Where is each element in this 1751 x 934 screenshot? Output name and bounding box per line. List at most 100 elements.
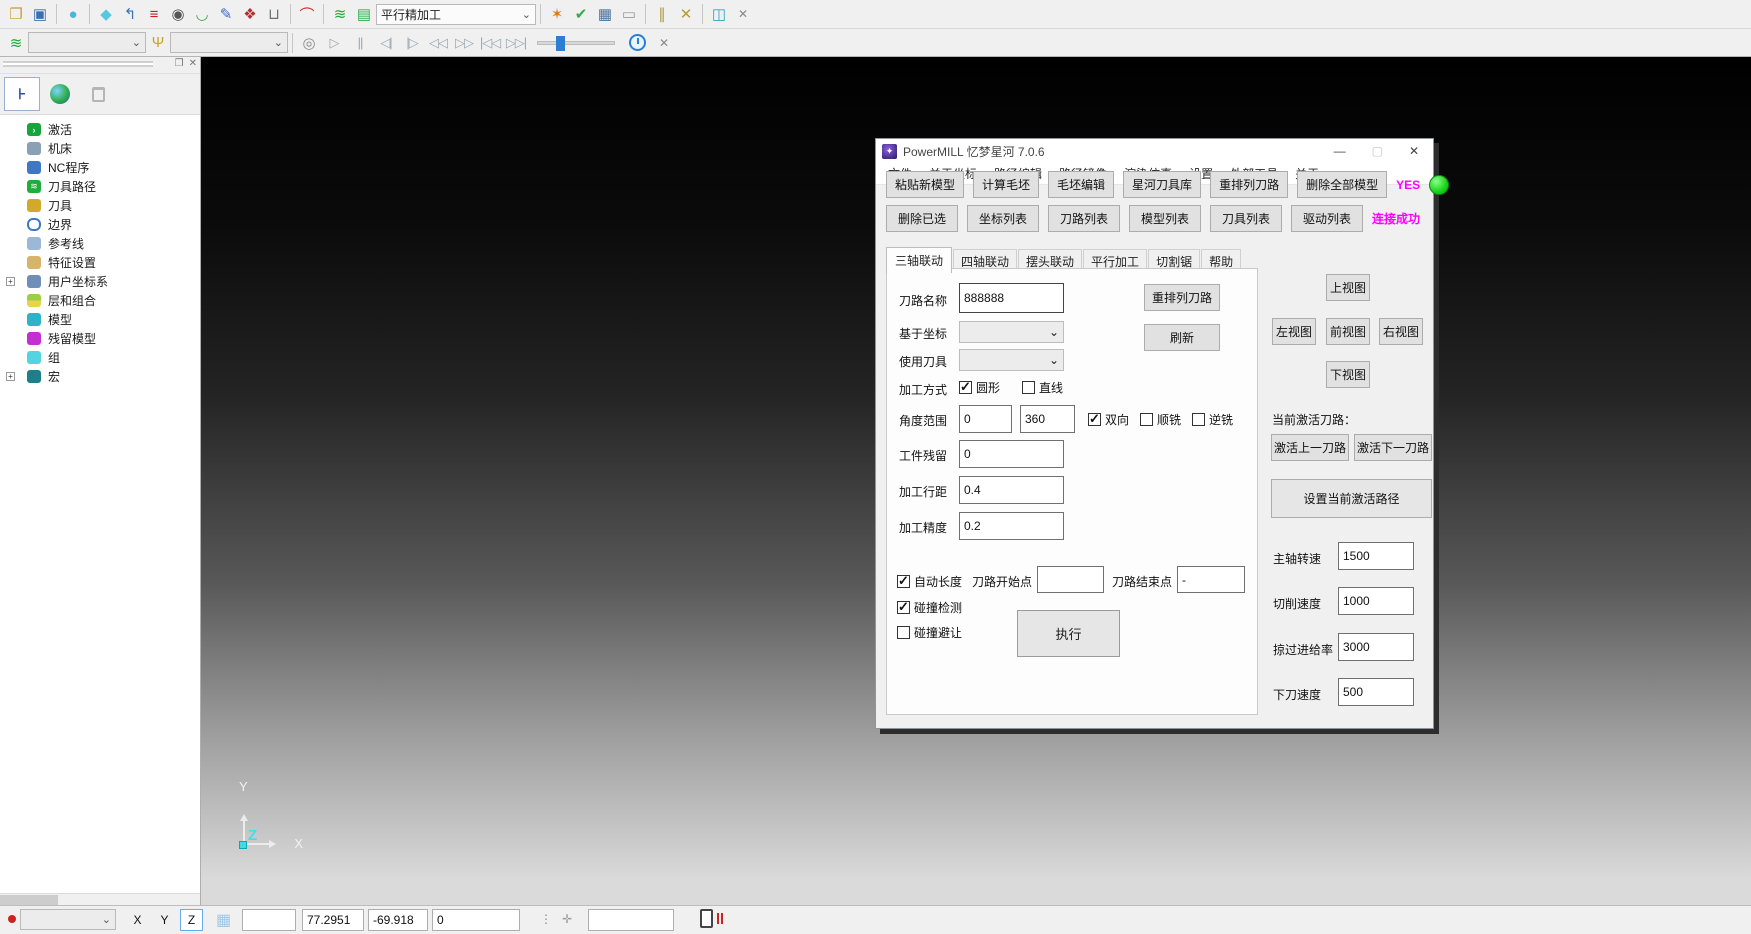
device-icon[interactable] [700, 909, 713, 928]
axis-z-button[interactable]: Z [180, 909, 203, 931]
pattern-icon[interactable]: ❖ [238, 2, 262, 26]
xyz-readout-icon[interactable]: ⋮ [540, 912, 552, 926]
calc-block-button[interactable]: 计算毛坯 [973, 171, 1039, 198]
climb-checkbox[interactable]: 顺铣 [1140, 411, 1181, 428]
collision-check-icon[interactable]: ⌒ [295, 2, 319, 26]
toolpath-logo-icon[interactable]: ≋ [328, 2, 352, 26]
checkbox-icon[interactable] [959, 381, 972, 394]
angle-to-input[interactable] [1020, 405, 1075, 433]
tree-item-levels[interactable]: 层和组合 [0, 291, 200, 310]
rapid-heights-icon[interactable]: ↰ [118, 2, 142, 26]
line-checkbox[interactable]: 直线 [1022, 379, 1063, 396]
set-active-path-button[interactable]: 设置当前激活路径 [1271, 479, 1432, 518]
drive-list-button[interactable]: 驱动列表 [1291, 205, 1363, 232]
checkbox-icon[interactable] [897, 575, 910, 588]
close-icon[interactable]: ✕ [1409, 144, 1419, 158]
tree-item-feature-sets[interactable]: 特征设置 [0, 253, 200, 272]
coord-z-field[interactable] [432, 909, 520, 931]
coord-x-field[interactable] [302, 909, 364, 931]
lightbulb-icon[interactable]: ◎ [297, 31, 321, 55]
skim-feed-input[interactable] [1338, 633, 1414, 661]
tree-item-workplanes[interactable]: +用户坐标系 [0, 272, 200, 291]
bidirectional-checkbox[interactable]: 双向 [1088, 411, 1129, 428]
open-icon[interactable]: ❐ [4, 2, 28, 26]
tool-icon[interactable]: ◉ [166, 2, 190, 26]
start-point-input[interactable] [1037, 566, 1104, 593]
tree-item-tools[interactable]: 刀具 [0, 196, 200, 215]
stock-allowance-input[interactable] [959, 440, 1064, 468]
checkbox-icon[interactable] [1192, 413, 1205, 426]
tab-recycle[interactable] [80, 77, 116, 111]
axis-x-button[interactable]: X [126, 909, 149, 931]
toolpath-select-dropdown[interactable]: ⌄ [28, 32, 146, 53]
go-end-icon[interactable]: ▷▷| [503, 35, 529, 51]
tree-item-nc-program[interactable]: NC程序 [0, 158, 200, 177]
tool-holder-icon[interactable]: ⊔ [262, 2, 286, 26]
dialog-titlebar[interactable]: ✦ PowerMILL 忆梦星河 7.0.6 — ▢ ✕ [876, 139, 1433, 163]
status-field-2[interactable] [588, 909, 674, 931]
strategy-dropdown[interactable]: 平行精加工 ⌄ [376, 4, 536, 25]
conventional-checkbox[interactable]: 逆铣 [1192, 411, 1233, 428]
nc-cylinders-icon[interactable]: ◫ [707, 2, 731, 26]
checkbox-icon[interactable] [1022, 381, 1035, 394]
view-top-button[interactable]: 上视图 [1326, 274, 1370, 301]
probe-icon[interactable]: ✛ [562, 912, 572, 926]
tree-item-toolpaths[interactable]: 刀具路径 [0, 177, 200, 196]
panel-hscrollbar[interactable] [0, 893, 200, 905]
tree-item-boundaries[interactable]: 边界 [0, 215, 200, 234]
strategy-list-icon[interactable]: ▤ [352, 2, 376, 26]
tree-item-activate[interactable]: 激活 [0, 120, 200, 139]
edit-block-button[interactable]: 毛坯编辑 [1048, 171, 1114, 198]
paste-model-button[interactable]: 粘贴新模型 [886, 171, 964, 198]
tree-item-macros[interactable]: +宏 [0, 367, 200, 386]
tree-item-groups[interactable]: 组 [0, 348, 200, 367]
activate-prev-toolpath-button[interactable]: 激活上一刀路 [1271, 434, 1349, 461]
measure-icon[interactable]: ▭ [617, 2, 641, 26]
activate-next-toolpath-button[interactable]: 激活下一刀路 [1354, 434, 1432, 461]
refresh-button[interactable]: 刷新 [1144, 324, 1220, 351]
tab-3axis[interactable]: 三轴联动 [886, 247, 952, 273]
tool-ok-icon[interactable]: ✔ [569, 2, 593, 26]
execute-button[interactable]: 执行 [1017, 610, 1120, 657]
circle-checkbox[interactable]: 圆形 [959, 379, 1000, 396]
maximize-icon[interactable]: ▢ [1372, 144, 1383, 158]
delete-selected-button[interactable]: 删除已选 [886, 205, 958, 232]
play-icon[interactable]: ▷ [321, 35, 347, 51]
axis-y-button[interactable]: Y [153, 909, 176, 931]
fast-forward-icon[interactable]: ▷▷ [451, 35, 477, 51]
checkbox-icon[interactable] [1088, 413, 1101, 426]
tree-item-stock-models[interactable]: 残留模型 [0, 329, 200, 348]
toolpath-list-button[interactable]: 刀路列表 [1048, 205, 1120, 232]
status-field-1[interactable] [242, 909, 296, 931]
tab-web[interactable] [42, 77, 78, 111]
tab-explorer-tree[interactable]: ⊦ [4, 77, 40, 111]
toolpath-name-input[interactable] [959, 283, 1064, 313]
collision-avoid-checkbox[interactable]: 碰撞避让 [897, 624, 962, 641]
z-levels-icon[interactable]: ≡ [142, 2, 166, 26]
auto-length-checkbox[interactable]: 自动长度 [897, 573, 962, 590]
hscroll-thumb[interactable] [0, 895, 58, 905]
panel-grip[interactable]: ❐ ✕ [0, 57, 200, 74]
plunge-feed-input[interactable] [1338, 678, 1414, 706]
view-front-button[interactable]: 前视图 [1326, 318, 1370, 345]
status-dropdown[interactable]: ⌄ [20, 909, 116, 930]
holder-icon[interactable]: ◡ [190, 2, 214, 26]
coord-list-button[interactable]: 坐标列表 [967, 205, 1039, 232]
tree-item-machine[interactable]: 机床 [0, 139, 200, 158]
reorder-button[interactable]: 重排列刀路 [1144, 284, 1220, 311]
tree-item-models[interactable]: 模型 [0, 310, 200, 329]
simulation-speed-slider[interactable] [537, 41, 615, 45]
minimize-icon[interactable]: — [1334, 144, 1346, 158]
tool-alarm-icon[interactable]: ✶ [545, 2, 569, 26]
end-point-input[interactable] [1177, 566, 1245, 593]
simulation-clock-icon[interactable] [629, 34, 646, 51]
step-back-icon[interactable]: ◁| [373, 35, 399, 51]
tool-select-dropdown[interactable]: ⌄ [170, 32, 288, 53]
tool-pair-icon[interactable]: ∥ [650, 2, 674, 26]
go-start-icon[interactable]: |◁◁ [477, 35, 503, 51]
transform-icon[interactable]: ✕ [674, 2, 698, 26]
coord-dropdown[interactable]: ⌄ [959, 321, 1064, 343]
calculator-icon[interactable]: ▦ [593, 2, 617, 26]
edit-toolpath-icon[interactable]: ✎ [214, 2, 238, 26]
cutting-feed-input[interactable] [1338, 587, 1414, 615]
